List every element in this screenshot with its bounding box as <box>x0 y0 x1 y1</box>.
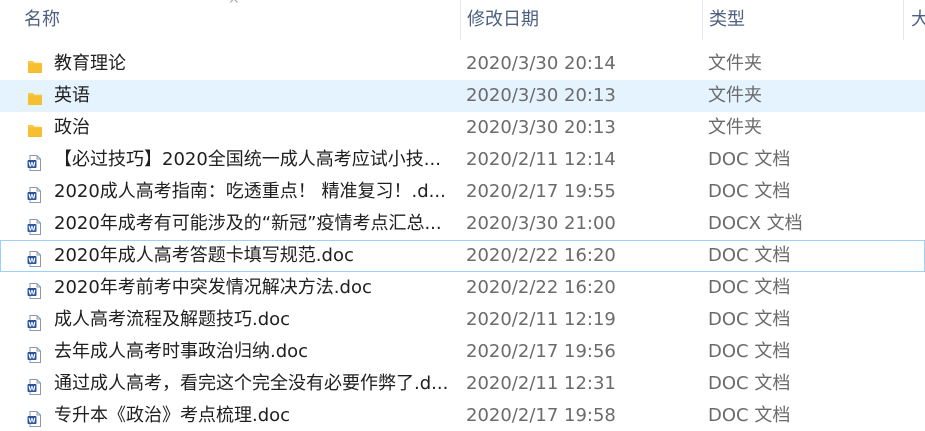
column-header-bar: 名称 ^ 修改日期 类型 大 <box>0 0 925 41</box>
file-name[interactable]: 去年成人高考时事政治归纳.doc <box>54 336 449 368</box>
file-name[interactable]: 英语 <box>54 80 449 112</box>
file-date-modified: 2020/2/17 19:58 <box>466 405 616 426</box>
file-date-modified: 2020/3/30 20:13 <box>466 117 616 138</box>
folder-icon <box>26 55 44 73</box>
file-date-modified: 2020/2/17 19:55 <box>466 181 616 202</box>
file-date-modified: 2020/3/30 20:14 <box>466 53 616 74</box>
file-name[interactable]: 2020成人高考指南：吃透重点！ 精准复习！.d... <box>54 176 449 208</box>
svg-text:W: W <box>28 160 35 168</box>
file-date-modified: 2020/2/22 16:20 <box>466 245 616 266</box>
word-docx-icon: W <box>26 215 44 235</box>
file-date-modified: 2020/2/11 12:14 <box>466 149 616 170</box>
file-type: DOC 文档 <box>708 309 791 330</box>
svg-text:W: W <box>28 320 35 328</box>
file-row[interactable]: W 2020年成考有可能涉及的“新冠”疫情考点汇总... 2020/3/30 21:… <box>0 208 925 240</box>
file-name[interactable]: 政治 <box>54 112 449 144</box>
column-header-date-modified[interactable]: 修改日期 <box>460 0 698 40</box>
word-doc-icon: W <box>26 343 44 363</box>
file-explorer-list-view: 名称 ^ 修改日期 类型 大 教育理论 2020/3/30 20:14 文件夹 英语 2… <box>0 0 925 431</box>
file-date-modified: 2020/3/30 21:00 <box>466 213 616 234</box>
file-row[interactable]: 英语 2020/3/30 20:13 文件夹 <box>0 80 925 112</box>
svg-text:W: W <box>28 288 35 296</box>
file-name[interactable]: 2020年考前考中突发情况解决方法.doc <box>54 272 449 304</box>
file-date-modified: 2020/2/11 12:19 <box>466 309 616 330</box>
word-doc-icon: W <box>26 311 44 331</box>
word-doc-icon: W <box>26 279 44 299</box>
file-date-modified: 2020/2/17 19:56 <box>466 341 616 362</box>
file-name[interactable]: 成人高考流程及解题技巧.doc <box>54 304 449 336</box>
file-type: DOC 文档 <box>708 341 791 362</box>
word-doc-icon: W <box>26 407 44 427</box>
file-type: DOC 文档 <box>708 277 791 298</box>
column-header-name-label: 名称 <box>24 9 60 30</box>
file-type: 文件夹 <box>708 117 762 138</box>
svg-text:W: W <box>28 416 35 424</box>
folder-icon <box>26 119 44 137</box>
file-row[interactable]: W 2020成人高考指南：吃透重点！ 精准复习！.d... 2020/2/17 19… <box>0 176 925 208</box>
column-header-size[interactable]: 大 <box>903 0 925 40</box>
file-name[interactable]: 通过成人高考，看完这个完全没有必要作弊了.d... <box>54 368 449 400</box>
file-name[interactable]: 教育理论 <box>54 48 449 80</box>
column-header-type[interactable]: 类型 <box>702 0 898 40</box>
svg-text:W: W <box>28 224 35 232</box>
word-doc-icon: W <box>26 183 44 203</box>
file-name[interactable]: 【必过技巧】2020全国统一成人高考应试小技... <box>54 144 449 176</box>
file-row[interactable]: 政治 2020/3/30 20:13 文件夹 <box>0 112 925 144</box>
column-header-type-label: 类型 <box>709 9 745 30</box>
svg-text:W: W <box>28 352 35 360</box>
file-name[interactable]: 专升本《政治》考点梳理.doc <box>54 400 449 431</box>
folder-icon <box>26 87 44 105</box>
file-row[interactable]: W 2020年成人高考答题卡填写规范.doc 2020/2/22 16:20 DOC … <box>0 240 925 272</box>
file-row[interactable]: W 【必过技巧】2020全国统一成人高考应试小技... 2020/2/11 12:1… <box>0 144 925 176</box>
file-date-modified: 2020/3/30 20:13 <box>466 85 616 106</box>
file-type: 文件夹 <box>708 53 762 74</box>
word-doc-icon: W <box>26 375 44 395</box>
file-row[interactable]: W 通过成人高考，看完这个完全没有必要作弊了.d... 2020/2/11 12:3… <box>0 368 925 400</box>
svg-text:W: W <box>28 256 35 264</box>
file-row[interactable]: W 去年成人高考时事政治归纳.doc 2020/2/17 19:56 DOC 文档 <box>0 336 925 368</box>
file-date-modified: 2020/2/11 12:31 <box>466 373 616 394</box>
svg-text:W: W <box>28 384 35 392</box>
file-row[interactable]: W 成人高考流程及解题技巧.doc 2020/2/11 12:19 DOC 文档 <box>0 304 925 336</box>
file-date-modified: 2020/2/22 16:20 <box>466 277 616 298</box>
column-header-date-label: 修改日期 <box>467 9 539 30</box>
file-row[interactable]: W 专升本《政治》考点梳理.doc 2020/2/17 19:58 DOC 文档 <box>0 400 925 431</box>
file-type: DOC 文档 <box>708 149 791 170</box>
sort-ascending-icon: ^ <box>228 0 240 13</box>
file-list: 教育理论 2020/3/30 20:14 文件夹 英语 2020/3/30 20:13 文… <box>0 48 925 431</box>
word-doc-icon: W <box>26 247 44 267</box>
file-name[interactable]: 2020年成人高考答题卡填写规范.doc <box>54 240 449 272</box>
file-type: DOC 文档 <box>708 245 791 266</box>
file-type: 文件夹 <box>708 85 762 106</box>
file-type: DOC 文档 <box>708 405 791 426</box>
file-type: DOC 文档 <box>708 181 791 202</box>
word-doc-icon: W <box>26 151 44 171</box>
column-header-size-label: 大 <box>911 9 925 30</box>
file-row[interactable]: W 2020年考前考中突发情况解决方法.doc 2020/2/22 16:20 DOC… <box>0 272 925 304</box>
file-name[interactable]: 2020年成考有可能涉及的“新冠”疫情考点汇总... <box>54 208 449 240</box>
file-type: DOC 文档 <box>708 373 791 394</box>
file-type: DOCX 文档 <box>708 213 803 234</box>
file-row[interactable]: 教育理论 2020/3/30 20:14 文件夹 <box>0 48 925 80</box>
svg-text:W: W <box>28 192 35 200</box>
